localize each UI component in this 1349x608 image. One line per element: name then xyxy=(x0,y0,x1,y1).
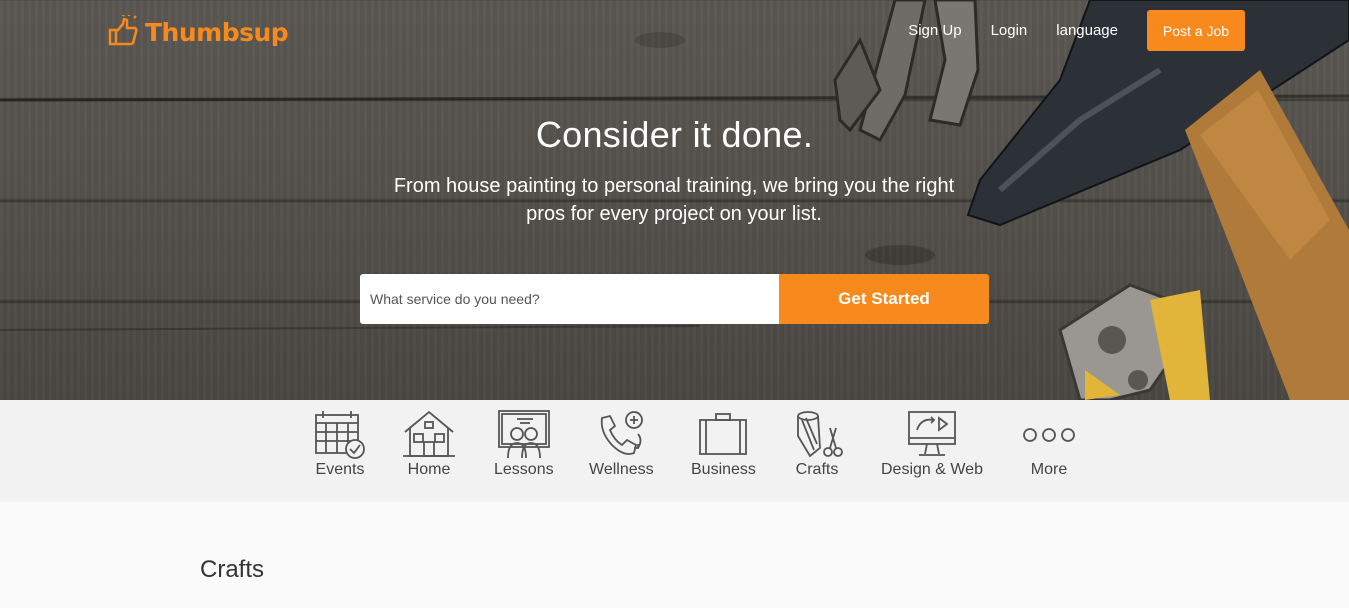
thumbs-up-icon xyxy=(108,15,138,46)
section-title: Crafts xyxy=(200,556,265,583)
get-started-button[interactable]: Get Started xyxy=(779,274,989,324)
hero-subline: From house painting to personal training… xyxy=(393,175,955,225)
top-nav: Sign Up Login language Post a Job xyxy=(908,10,1245,51)
category-label: Lessons xyxy=(494,461,554,478)
post-job-button[interactable]: Post a Job xyxy=(1147,10,1245,51)
category-events[interactable]: Events xyxy=(313,410,367,479)
category-crafts[interactable]: Crafts xyxy=(790,410,844,479)
brand-name: Thumbsup xyxy=(145,17,289,47)
category-design-web[interactable]: Design & Web xyxy=(881,410,983,479)
hero-headline: Consider it done. xyxy=(535,114,814,155)
login-link[interactable]: Login xyxy=(991,22,1028,39)
category-more[interactable]: More xyxy=(1022,410,1076,479)
monitor-design-icon xyxy=(908,411,956,456)
language-link[interactable]: language xyxy=(1056,22,1118,39)
category-bar: Events Home Lessons Wellness Business Cr… xyxy=(0,400,1349,502)
category-label: Design & Web xyxy=(881,461,983,478)
calendar-check-icon xyxy=(315,411,365,459)
briefcase-icon xyxy=(699,413,748,455)
phone-health-icon xyxy=(601,411,644,455)
more-dots-icon xyxy=(1023,428,1075,442)
signup-link[interactable]: Sign Up xyxy=(908,22,961,39)
brand-logo[interactable]: Thumbsup xyxy=(107,12,289,52)
hero-banner: Thumbsup Sign Up Login language Post a J… xyxy=(0,0,1349,400)
classroom-icon xyxy=(497,410,550,459)
category-lessons[interactable]: Lessons xyxy=(494,410,554,479)
category-business[interactable]: Business xyxy=(691,410,756,479)
category-home[interactable]: Home xyxy=(402,410,456,479)
category-label: Wellness xyxy=(589,461,654,478)
service-search-form: Get Started xyxy=(360,274,989,324)
category-label: Home xyxy=(407,461,451,478)
category-label: Events xyxy=(315,461,365,478)
category-wellness[interactable]: Wellness xyxy=(589,410,654,479)
house-icon xyxy=(403,410,455,457)
service-search-input[interactable] xyxy=(360,274,779,324)
category-label: More xyxy=(1030,461,1068,478)
yarn-scissors-icon xyxy=(797,411,843,458)
category-label: Crafts xyxy=(795,461,839,478)
category-label: Business xyxy=(691,461,756,478)
